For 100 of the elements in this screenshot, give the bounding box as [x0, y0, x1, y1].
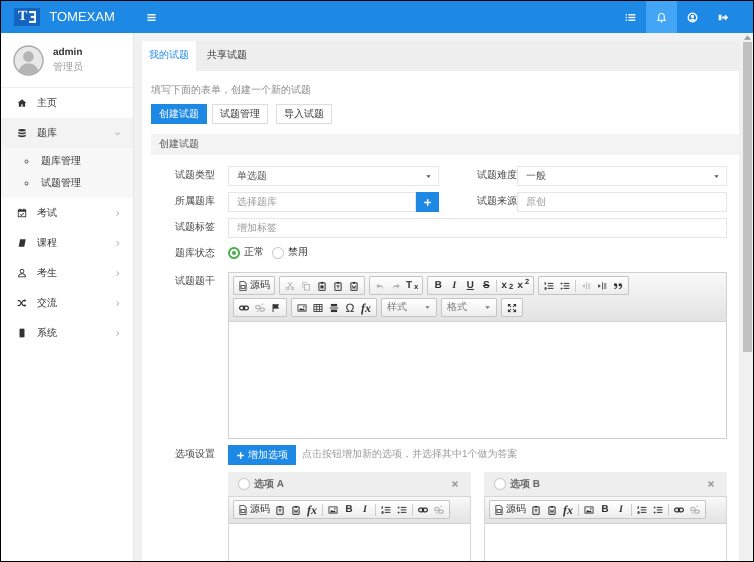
circle-bullet-icon — [23, 180, 30, 186]
document-icon — [494, 504, 504, 514]
action-button[interactable]: 创建试题 — [151, 104, 207, 124]
brand-name: TOMEXAM — [49, 8, 115, 26]
flag-icon — [271, 302, 281, 312]
source-button[interactable]: 源码 — [492, 502, 528, 518]
formula-button[interactable]: fx — [358, 300, 374, 316]
sidebar-item[interactable]: 考生 — [1, 258, 133, 288]
sidebar-item[interactable]: 交流 — [1, 288, 133, 318]
clipboard-text-icon — [275, 504, 285, 514]
unlink-icon — [434, 504, 444, 514]
image-icon — [297, 302, 307, 312]
bold-button[interactable]: B — [597, 502, 613, 518]
format-button[interactable]: x$^{2}$ — [515, 278, 532, 294]
italic-button[interactable]: I — [613, 502, 629, 518]
radio-option[interactable]: 正常 — [228, 244, 264, 262]
sidebar-item[interactable]: 主页 — [1, 88, 133, 118]
clipboard-text-icon — [531, 504, 541, 514]
italic-button[interactable]: I — [357, 502, 373, 518]
format-button[interactable]: x$_{2}$ — [499, 278, 516, 294]
formula-button[interactable]: fx — [560, 502, 576, 518]
chevron-icon — [114, 330, 121, 336]
caret-icon — [713, 172, 720, 180]
radio-button[interactable] — [238, 478, 250, 490]
house-icon — [17, 98, 27, 108]
tab[interactable]: 我的试题 — [142, 41, 196, 71]
text-field[interactable]: 增加标签 — [228, 218, 727, 238]
field-label: 试题难度 — [477, 168, 517, 183]
chevron-icon — [114, 270, 121, 276]
action-button[interactable]: 试题管理 — [212, 104, 268, 124]
link-icon — [674, 504, 684, 514]
bullet-list-icon — [560, 280, 570, 290]
document-icon — [238, 504, 248, 514]
add-button[interactable] — [416, 192, 439, 212]
text-field[interactable]: 选择题库 — [228, 192, 416, 212]
clipboard-word-icon — [291, 504, 301, 514]
plus-icon — [236, 450, 245, 460]
bell-icon — [656, 12, 667, 22]
sidebar-item[interactable]: 题库 — [1, 118, 133, 148]
radio-button[interactable] — [228, 247, 240, 259]
numbered-list-icon — [544, 280, 554, 290]
scrollbar-thumb[interactable] — [743, 42, 752, 352]
maximize-icon — [507, 302, 517, 312]
formula-button[interactable]: fx — [304, 502, 320, 518]
user-icon — [17, 268, 27, 278]
shuffle-icon — [17, 298, 27, 308]
submenu-item[interactable]: 题库管理 — [1, 150, 133, 172]
radio-button[interactable] — [494, 478, 506, 490]
field-label: 题库状态 — [174, 246, 216, 261]
caret-icon — [425, 172, 432, 180]
bold-button[interactable]: B — [341, 502, 357, 518]
indent-icon — [597, 280, 608, 290]
user-role: 管理员 — [53, 61, 83, 75]
menu-button[interactable] — [146, 12, 157, 22]
link-icon — [239, 302, 249, 312]
undo-icon — [375, 280, 385, 290]
add-option-button[interactable]: 增加选项 — [228, 445, 296, 465]
bold-button[interactable]: B — [430, 278, 446, 294]
tab[interactable]: 共享试题 — [200, 41, 254, 71]
caret-icon — [484, 304, 491, 311]
select-field[interactable]: 一般 — [517, 166, 727, 186]
underline-button[interactable]: U — [462, 278, 478, 294]
hint-text: 点击按钮增加新的选项，并选择其中1个做为答案 — [302, 448, 518, 462]
outdent-icon — [581, 280, 592, 290]
document-icon — [238, 280, 248, 290]
field-label: 试题类型 — [174, 168, 216, 183]
strikethrough-button[interactable]: S — [478, 278, 494, 294]
radio-button[interactable] — [272, 247, 284, 259]
image-icon — [584, 504, 594, 514]
omega-button[interactable]: Ω — [342, 300, 358, 316]
text-field[interactable]: 原创 — [517, 192, 727, 212]
format-button[interactable]: T$_{x}$ — [404, 278, 420, 294]
field-label: 试题标签 — [174, 220, 216, 235]
sidebar-item[interactable]: 考试 — [1, 198, 133, 228]
horizontal-rule-icon — [329, 302, 339, 312]
sidebar-item[interactable]: 课程 — [1, 228, 133, 258]
clipboard-icon — [317, 280, 327, 290]
unlink-icon — [690, 504, 700, 514]
database-icon — [17, 128, 27, 138]
chevron-icon — [114, 210, 121, 216]
user-name: admin — [53, 46, 83, 60]
scissors-icon — [285, 280, 295, 290]
source-button[interactable]: 源码 — [236, 502, 272, 518]
close-icon — [707, 480, 715, 488]
quote-icon — [613, 280, 624, 290]
section-header: 创建试题 — [151, 134, 739, 155]
select-field[interactable]: 单选题 — [228, 166, 439, 186]
toolbar-dropdown[interactable]: 格式 — [441, 298, 497, 317]
submenu-item[interactable]: 试题管理 — [1, 172, 133, 194]
radio-option[interactable]: 禁用 — [272, 244, 308, 262]
action-button[interactable]: 导入试题 — [276, 104, 332, 124]
field-label: 所属题库 — [174, 194, 216, 209]
source-button[interactable]: 源码 — [236, 278, 272, 294]
clipboard-word-icon — [547, 504, 557, 514]
option-title: 选项 B — [510, 478, 540, 492]
avatar-icon — [13, 44, 44, 76]
toolbar-dropdown[interactable]: 样式 — [381, 298, 437, 317]
sidebar-item[interactable]: 系统 — [1, 318, 133, 348]
italic-button[interactable]: I — [446, 278, 462, 294]
close-icon — [451, 480, 459, 488]
